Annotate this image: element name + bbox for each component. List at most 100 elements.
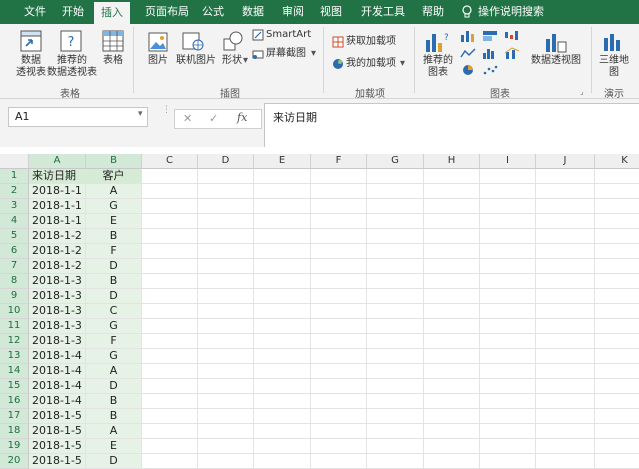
cell-empty[interactable]	[311, 379, 367, 394]
pivot-chart-label[interactable]: 数据透视图	[531, 55, 581, 67]
cell-empty[interactable]	[480, 379, 536, 394]
pivot-table-label[interactable]: 数据 透视表	[14, 55, 48, 79]
cell-empty[interactable]	[254, 274, 311, 289]
cell-empty[interactable]	[311, 454, 367, 469]
row-header[interactable]: 15	[0, 379, 29, 394]
row-header[interactable]: 17	[0, 409, 29, 424]
row-header[interactable]: 18	[0, 424, 29, 439]
column-header-g[interactable]: G	[367, 154, 424, 169]
cell-empty[interactable]	[367, 259, 424, 274]
cell-a[interactable]: 2018-1-4	[29, 394, 86, 409]
formula-input[interactable]: 来访日期	[264, 103, 639, 147]
waterfall-chart-icon[interactable]	[504, 30, 520, 42]
cell-empty[interactable]	[198, 229, 254, 244]
cell-empty[interactable]	[254, 439, 311, 454]
cell-empty[interactable]	[424, 319, 480, 334]
pivot-table-icon[interactable]	[20, 30, 42, 52]
insert-function-icon[interactable]: fx	[237, 111, 247, 124]
cell-a[interactable]: 2018-1-2	[29, 259, 86, 274]
my-addins-icon[interactable]	[332, 58, 344, 70]
cell-empty[interactable]	[311, 244, 367, 259]
dialog-launcher-icon[interactable]: ⌟	[580, 86, 584, 98]
cell-empty[interactable]	[254, 199, 311, 214]
cell-empty[interactable]	[367, 409, 424, 424]
cell-empty[interactable]	[595, 169, 639, 184]
cell-empty[interactable]	[480, 319, 536, 334]
table-label[interactable]: 表格	[103, 55, 123, 67]
cell-empty[interactable]	[142, 289, 198, 304]
cell-a[interactable]: 2018-1-5	[29, 439, 86, 454]
cell-empty[interactable]	[536, 409, 595, 424]
cell-b[interactable]: F	[86, 334, 142, 349]
cell-empty[interactable]	[142, 304, 198, 319]
cell-empty[interactable]	[536, 364, 595, 379]
statistic-chart-icon[interactable]	[482, 47, 498, 59]
cell-empty[interactable]	[367, 364, 424, 379]
cell-empty[interactable]	[367, 229, 424, 244]
cell-empty[interactable]	[536, 244, 595, 259]
cell-empty[interactable]	[480, 304, 536, 319]
cell-empty[interactable]	[480, 199, 536, 214]
cell-a[interactable]: 2018-1-5	[29, 424, 86, 439]
cell-empty[interactable]	[595, 304, 639, 319]
cell-empty[interactable]	[198, 259, 254, 274]
cell-empty[interactable]	[254, 394, 311, 409]
cell-empty[interactable]	[142, 379, 198, 394]
cell-a[interactable]: 2018-1-4	[29, 349, 86, 364]
cell-b[interactable]: D	[86, 289, 142, 304]
tab-insert[interactable]: 插入	[94, 2, 130, 24]
cell-empty[interactable]	[595, 259, 639, 274]
get-addins-label[interactable]: 获取加载项	[346, 36, 396, 48]
worksheet-grid[interactable]: ABCDEFGHIJK 1 来访日期 客户 2 2018-1-1 A 3 2018-1-1 G 4…	[0, 154, 639, 469]
cell-empty[interactable]	[254, 424, 311, 439]
cell-empty[interactable]	[198, 199, 254, 214]
cell-empty[interactable]	[424, 184, 480, 199]
cell-empty[interactable]	[480, 394, 536, 409]
cell-empty[interactable]	[536, 214, 595, 229]
cell-empty[interactable]	[254, 319, 311, 334]
3d-map-label[interactable]: 三维地 图	[597, 55, 631, 79]
cell-empty[interactable]	[142, 199, 198, 214]
cell-empty[interactable]	[198, 289, 254, 304]
cell-empty[interactable]	[254, 244, 311, 259]
cell-empty[interactable]	[595, 424, 639, 439]
cell-a[interactable]: 2018-1-4	[29, 364, 86, 379]
cell-b[interactable]: E	[86, 439, 142, 454]
column-header-k[interactable]: K	[595, 154, 639, 169]
cell-b[interactable]: D	[86, 379, 142, 394]
cell-empty[interactable]	[536, 199, 595, 214]
cell-empty[interactable]	[536, 169, 595, 184]
cell-empty[interactable]	[311, 364, 367, 379]
picture-icon[interactable]	[148, 32, 168, 52]
row-header[interactable]: 11	[0, 319, 29, 334]
cell-empty[interactable]	[367, 349, 424, 364]
cell-empty[interactable]	[367, 289, 424, 304]
cell-empty[interactable]	[142, 214, 198, 229]
cell-a[interactable]: 2018-1-3	[29, 334, 86, 349]
row-header[interactable]: 10	[0, 304, 29, 319]
row-header[interactable]: 7	[0, 259, 29, 274]
cell-empty[interactable]	[367, 424, 424, 439]
cell-empty[interactable]	[198, 319, 254, 334]
cell-empty[interactable]	[595, 364, 639, 379]
cell-empty[interactable]	[367, 334, 424, 349]
cell-empty[interactable]	[254, 259, 311, 274]
row-header[interactable]: 20	[0, 454, 29, 469]
chevron-down-icon[interactable]: ▾	[311, 48, 316, 60]
cell-empty[interactable]	[254, 184, 311, 199]
cell-empty[interactable]	[536, 319, 595, 334]
cell-empty[interactable]	[424, 439, 480, 454]
cell-b[interactable]: E	[86, 214, 142, 229]
cell-empty[interactable]	[595, 214, 639, 229]
cell-empty[interactable]	[198, 454, 254, 469]
cell-a[interactable]: 2018-1-2	[29, 244, 86, 259]
cell-empty[interactable]	[198, 214, 254, 229]
tab-formulas[interactable]: 公式	[196, 0, 230, 24]
cell-empty[interactable]	[254, 349, 311, 364]
cell-empty[interactable]	[480, 169, 536, 184]
cell-a[interactable]: 2018-1-3	[29, 304, 86, 319]
cell-empty[interactable]	[480, 424, 536, 439]
cell-empty[interactable]	[142, 169, 198, 184]
cell-empty[interactable]	[595, 319, 639, 334]
cell-empty[interactable]	[142, 439, 198, 454]
